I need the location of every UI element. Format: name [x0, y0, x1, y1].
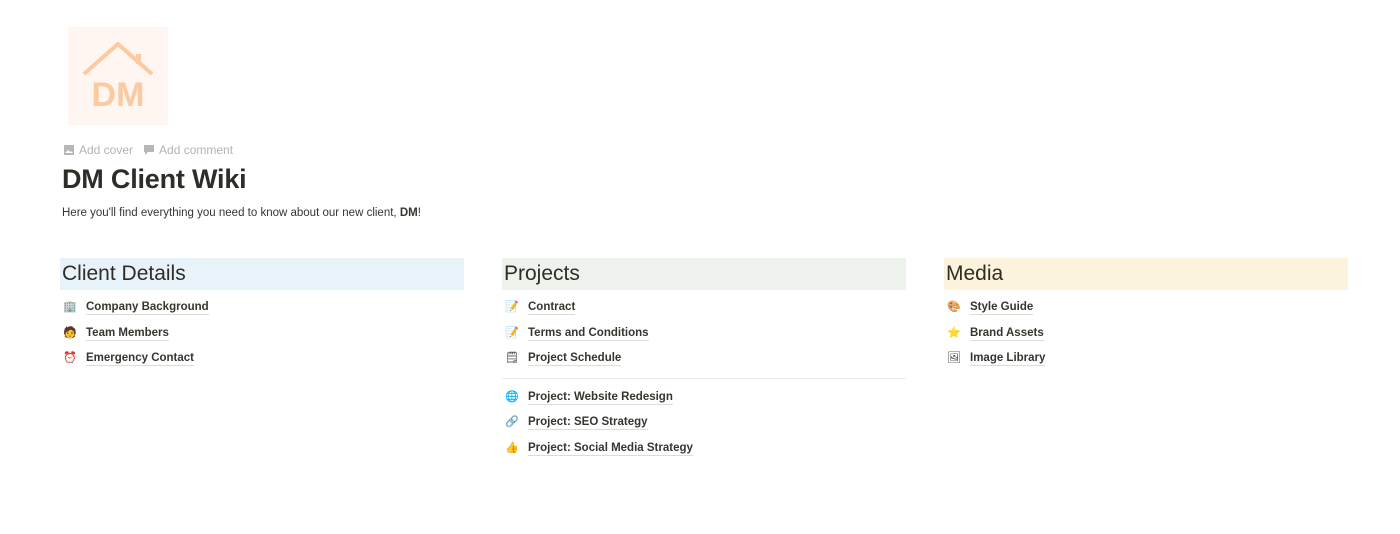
add-comment-button[interactable]: Add comment — [143, 143, 233, 157]
media-heading: Media — [944, 258, 1348, 290]
page-link-brand-assets[interactable]: ⭐ Brand Assets — [944, 321, 1348, 347]
media-links: 🎨 Style Guide ⭐ Brand Assets 🖼 Image Lib… — [944, 295, 1348, 372]
add-cover-button[interactable]: Add cover — [63, 143, 133, 157]
page-link-label: Company Background — [86, 301, 209, 316]
intro-suffix: ! — [417, 207, 421, 219]
framed-picture-icon: 🖼 — [947, 352, 961, 365]
page-link-company-background[interactable]: 🏢 Company Background — [60, 295, 464, 321]
page-link-label: Image Library — [970, 352, 1046, 367]
projects-heading: Projects — [502, 258, 906, 290]
add-comment-label: Add comment — [159, 143, 234, 157]
page-link-label: Emergency Contact — [86, 352, 195, 367]
page-link-label: Project: SEO Strategy — [528, 416, 648, 431]
client-details-heading: Client Details — [60, 258, 464, 290]
page-link-label: Contract — [528, 301, 576, 316]
star-icon: ⭐ — [947, 326, 961, 339]
page-link-style-guide[interactable]: 🎨 Style Guide — [944, 295, 1348, 321]
intro-prefix: Here you'll find everything you need to … — [62, 207, 400, 219]
page-link-label: Project: Website Redesign — [528, 390, 673, 405]
divider — [502, 377, 906, 379]
page-link-label: Project: Social Media Strategy — [528, 441, 693, 456]
page-link-label: Brand Assets — [970, 326, 1044, 341]
link-icon: 🔗 — [505, 416, 519, 429]
page-link-social-media-strategy[interactable]: 👍 Project: Social Media Strategy — [502, 436, 906, 462]
intro-client-name: DM — [399, 207, 418, 219]
page-title: DM Client Wiki — [62, 164, 247, 194]
page-icon-logo[interactable]: DM — [68, 27, 168, 125]
page-link-label: Style Guide — [970, 301, 1034, 316]
page-link-project-schedule[interactable]: 🗒 Project Schedule — [502, 346, 906, 372]
add-cover-label: Add cover — [79, 143, 134, 157]
intro-text: Here you'll find everything you need to … — [62, 207, 421, 219]
svg-text:DM: DM — [92, 76, 145, 114]
page-link-label: Terms and Conditions — [528, 326, 649, 341]
page-link-label: Project Schedule — [528, 352, 622, 367]
page-link-image-library[interactable]: 🖼 Image Library — [944, 346, 1348, 372]
projects-links: 📝 Contract 📝 Terms and Conditions 🗒 Proj… — [502, 295, 906, 461]
page-actions: Add cover Add comment — [63, 143, 233, 157]
person-icon: 🧑 — [63, 326, 77, 339]
page-link-emergency-contact[interactable]: ⏰ Emergency Contact — [60, 346, 464, 372]
thumbs-up-icon: 👍 — [505, 441, 519, 454]
alarm-clock-icon: ⏰ — [63, 352, 77, 365]
palette-icon: 🎨 — [947, 301, 961, 314]
office-building-icon: 🏢 — [63, 301, 77, 314]
page-link-terms-and-conditions[interactable]: 📝 Terms and Conditions — [502, 321, 906, 347]
page-link-website-redesign[interactable]: 🌐 Project: Website Redesign — [502, 385, 906, 411]
comment-icon — [144, 145, 155, 155]
memo-icon: 📝 — [505, 301, 519, 314]
notepad-icon: 🗒 — [505, 352, 519, 365]
client-details-column: Client Details 🏢 Company Background 🧑 Te… — [60, 258, 464, 372]
page-link-label: Team Members — [86, 326, 169, 341]
projects-column: Projects 📝 Contract 📝 Terms and Conditio… — [502, 258, 906, 461]
client-details-links: 🏢 Company Background 🧑 Team Members ⏰ Em… — [60, 295, 464, 372]
memo-icon: 📝 — [505, 326, 519, 339]
page-link-contract[interactable]: 📝 Contract — [502, 295, 906, 321]
image-icon — [64, 145, 74, 155]
page-link-team-members[interactable]: 🧑 Team Members — [60, 321, 464, 347]
page-link-seo-strategy[interactable]: 🔗 Project: SEO Strategy — [502, 410, 906, 436]
media-column: Media 🎨 Style Guide ⭐ Brand Assets 🖼 Ima… — [944, 258, 1348, 372]
house-logo-icon: DM — [82, 42, 154, 114]
globe-icon: 🌐 — [505, 390, 519, 403]
